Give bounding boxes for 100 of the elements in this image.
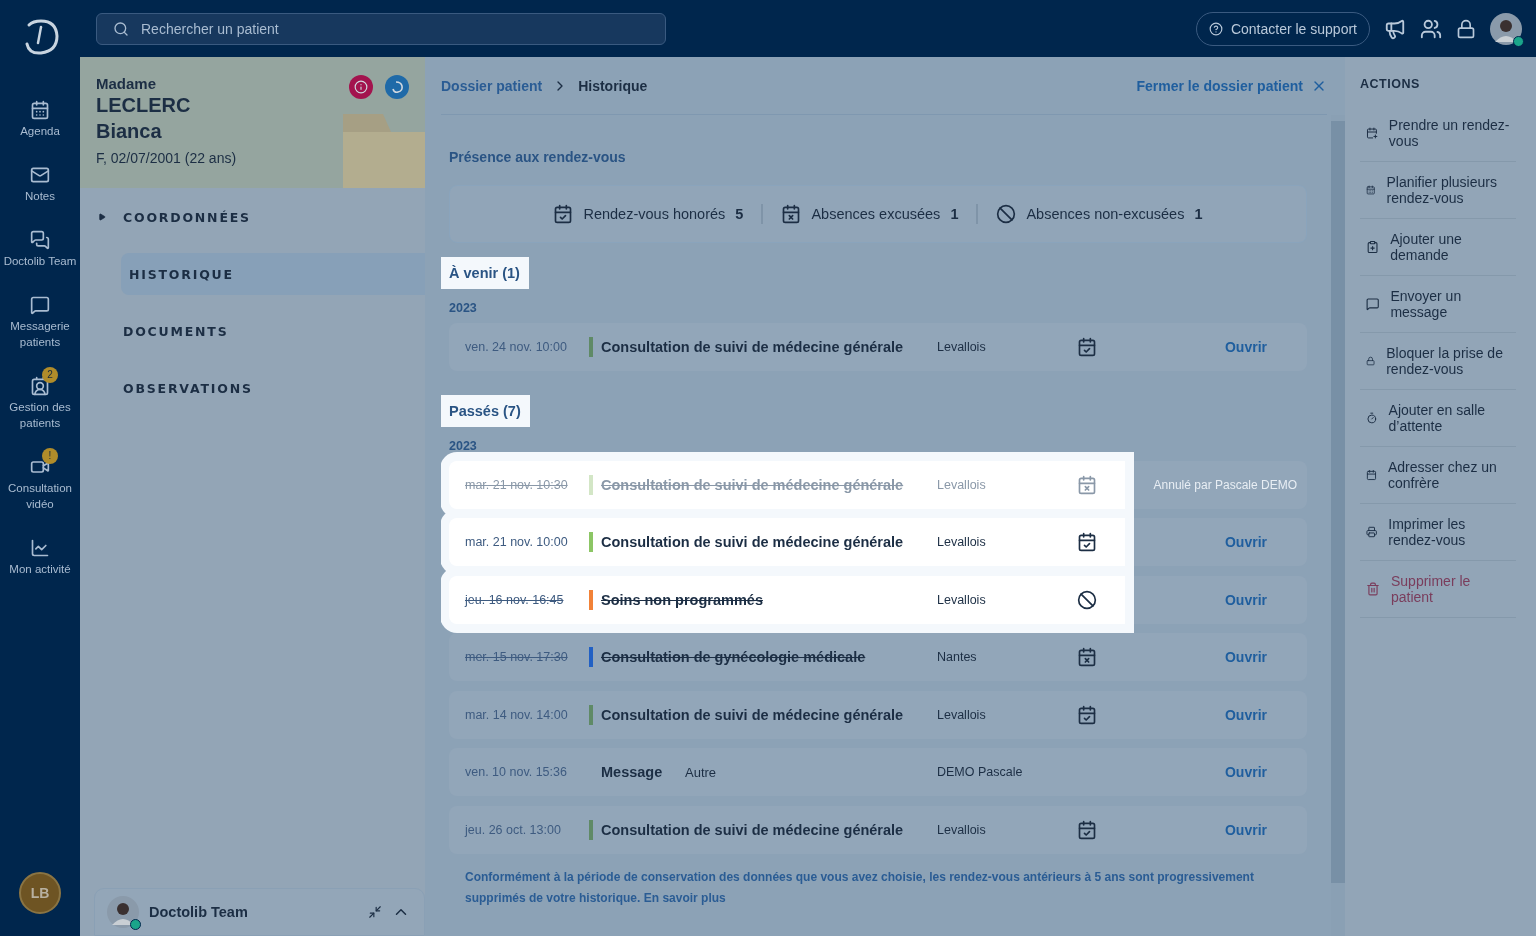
search-field[interactable]: Rechercher un patient — [96, 12, 666, 45]
place-text: Levallois — [937, 340, 987, 354]
patient-details: F, 02/07/2001 (22 ans) — [96, 150, 237, 166]
section-tab[interactable]: HISTORIQUE — [121, 253, 425, 295]
entry-title: Consultation de suivi de médecine générale — [601, 476, 905, 493]
help-icon — [1208, 21, 1223, 36]
nav-item[interactable]: Agenda — [0, 90, 80, 139]
date-text: mar. 14 nov. 14:00 — [465, 707, 569, 722]
chat-title: Doctolib Team — [149, 904, 249, 920]
logo-badge-icon[interactable] — [385, 75, 409, 99]
lock-icon — [1366, 354, 1376, 368]
entry-title: Message — [601, 764, 664, 780]
stopwatch-icon — [1366, 411, 1378, 425]
nav-item[interactable]: Notes — [0, 155, 80, 204]
user-avatar[interactable] — [1490, 12, 1522, 45]
ban-icon — [996, 204, 1017, 224]
speech-bubble-icon — [30, 295, 50, 315]
search-icon — [113, 20, 129, 37]
date-text: jeu. 26 oct. 13:00 — [465, 822, 562, 837]
entry-title: Soins non programmés — [601, 591, 764, 608]
line-chart-icon — [30, 538, 50, 558]
action-item[interactable]: Planifier plusieurs rendez-vous — [1360, 162, 1516, 219]
calendar-plus-icon — [1366, 126, 1378, 140]
patient-civility: Madame — [96, 75, 158, 92]
section-tab[interactable]: OBSERVATIONS — [80, 367, 425, 409]
date-text: mar. 21 nov. 10:00 — [465, 535, 569, 549]
speech-bubble-icon — [1366, 297, 1380, 311]
year-label: 2023 — [449, 301, 478, 315]
search-input[interactable]: Rechercher un patient — [139, 19, 649, 38]
stat-label: Absences excusées — [811, 206, 941, 222]
stat-count: 5 — [735, 206, 744, 222]
calendar-icon — [30, 100, 50, 120]
chat-bubbles-icon — [30, 230, 50, 250]
calendar-icon — [1366, 183, 1376, 197]
group-title: À venir (1) — [441, 257, 529, 289]
date-text: ven. 10 nov. 15:36 — [465, 765, 568, 779]
entry-subtitle: Autre — [685, 764, 718, 780]
cancel-note: Annulé par Pascale DEMO — [1153, 477, 1297, 492]
trash-icon — [1366, 582, 1380, 596]
clipboard-plus-icon — [1366, 240, 1380, 254]
place-text: Levallois — [937, 592, 987, 607]
info-icon[interactable] — [349, 75, 373, 99]
envelope-icon — [30, 165, 50, 185]
date-text: ven. 24 nov. 10:00 — [465, 340, 568, 354]
agent-avatar[interactable] — [107, 896, 139, 928]
entry-title: Consultation de gynécologie médicale — [601, 649, 867, 665]
nav-item[interactable]: Messagerie patients — [0, 285, 80, 350]
caret-icon — [98, 213, 106, 221]
stat-label: Rendez-vous honorés — [583, 206, 726, 222]
place-text: Levallois — [937, 707, 987, 722]
place-text: Levallois — [937, 535, 987, 549]
section-title: Présence aux rendez-vous — [449, 149, 627, 165]
count-badge: ! — [42, 448, 58, 464]
section-tab[interactable]: COORDONNÉES — [80, 196, 425, 238]
group-title: Passés (7) — [441, 394, 530, 427]
printer-icon — [1366, 525, 1378, 539]
date-text: jeu. 16 nov. 16:45 — [465, 592, 565, 607]
action-item[interactable]: Imprimer les rendez-vous — [1360, 504, 1516, 561]
nav-item[interactable]: ! Consultation vidéo — [0, 447, 80, 512]
stat-count: 1 — [1194, 206, 1203, 222]
actions-title: ACTIONS — [1360, 77, 1421, 91]
users-icon[interactable] — [1420, 17, 1442, 40]
online-dot — [130, 919, 141, 930]
place-text: Levallois — [937, 477, 987, 492]
date-text: mar. 21 nov. 10:30 — [465, 477, 569, 492]
count-badge: 2 — [42, 367, 58, 383]
action-item[interactable]: Adresser chez un confrère — [1360, 447, 1516, 504]
lock-icon[interactable] — [1456, 18, 1476, 39]
place-text: Nantes — [937, 650, 978, 664]
place-text: DEMO Pascale — [937, 765, 1024, 779]
section-tab[interactable]: DOCUMENTS — [80, 310, 425, 352]
entry-title: Consultation de suivi de médecine générale — [601, 706, 905, 723]
year-label: 2023 — [449, 438, 478, 453]
patient-first-name: Bianca — [96, 119, 163, 144]
stat-label: Absences non-excusées — [1026, 206, 1185, 222]
place-text: Levallois — [937, 822, 987, 837]
nav-item[interactable]: 2 Gestion des patients — [0, 366, 80, 431]
calendar-check-icon — [553, 204, 574, 224]
nav-item[interactable]: Mon activité — [0, 528, 80, 577]
date-text: mer. 15 nov. 17:30 — [465, 650, 569, 664]
calendar-x-icon — [781, 204, 802, 224]
stat-count: 1 — [950, 206, 959, 222]
entry-title: Consultation de suivi de médecine générale — [601, 821, 905, 838]
entry-title: Consultation de suivi de médecine générale — [601, 534, 905, 550]
action-item[interactable]: Bloquer la prise de rendez-vous — [1360, 333, 1516, 390]
action-item[interactable]: Prendre un rendez-vous — [1360, 105, 1516, 162]
online-dot — [1513, 35, 1524, 47]
megaphone-icon[interactable] — [1384, 17, 1406, 40]
retention-note: Conformément à la période de conservation des données que vous avez choisie, les rendez-vous antérieurs à 5 ans sont progressivement supprimés de votre historique. En savoir plus — [465, 869, 1255, 907]
minimize-icon[interactable] — [368, 905, 382, 919]
nav-item[interactable]: Doctolib Team — [0, 220, 80, 269]
user-avatar[interactable]: LB — [19, 872, 61, 914]
id-badge-icon — [30, 376, 50, 396]
entry-title: Consultation de suivi de médecine générale — [601, 339, 905, 355]
patient-last-name: LECLERC — [96, 93, 192, 118]
action-item[interactable]: Ajouter en salle d’attente — [1360, 390, 1516, 447]
calendar-icon — [1366, 468, 1377, 482]
breadcrumb-current: Historique — [578, 77, 648, 94]
action-item[interactable]: Envoyer un message — [1360, 276, 1516, 333]
action-item[interactable]: Ajouter une demande — [1360, 219, 1516, 276]
